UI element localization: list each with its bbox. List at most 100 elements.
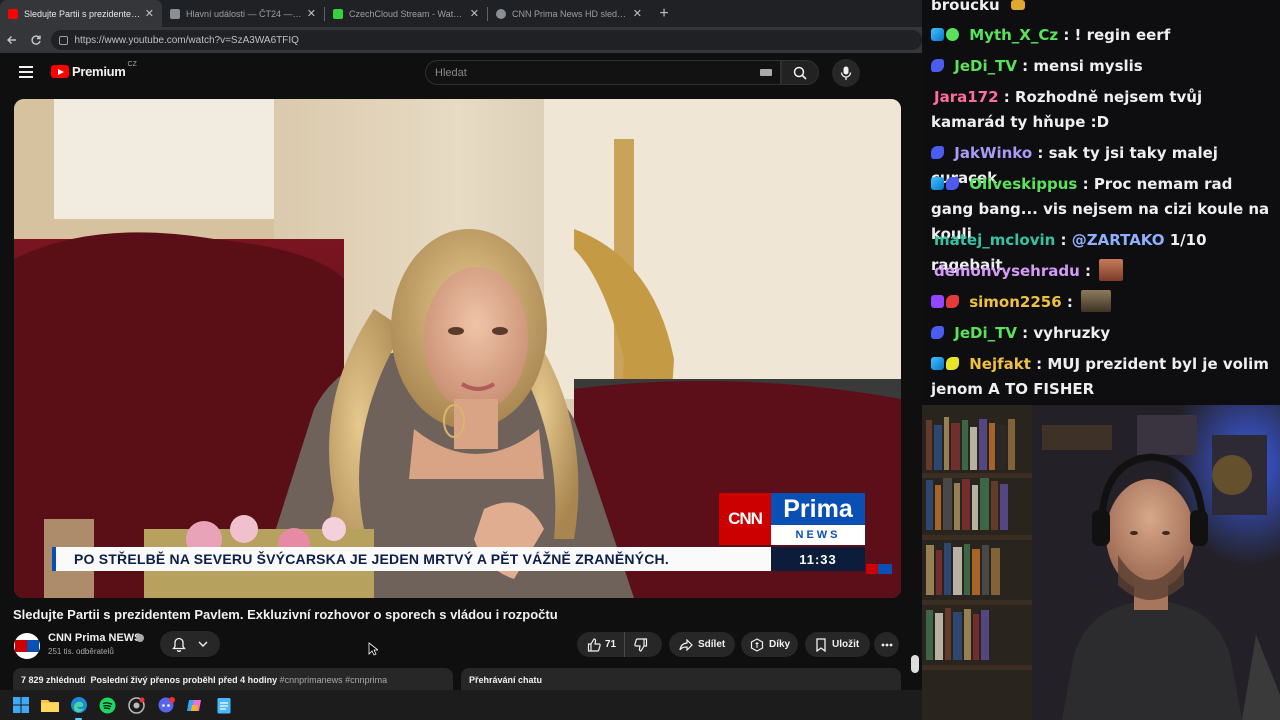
notepad-icon[interactable] <box>214 696 233 715</box>
more-horizontal-icon <box>881 643 892 646</box>
dislike-button[interactable] <box>625 632 648 657</box>
ct24-favicon-icon <box>170 8 180 19</box>
dog-emote-icon <box>1081 290 1112 312</box>
streamer-webcam <box>922 405 1280 720</box>
chat-username[interactable]: demonvysehradu <box>934 262 1080 280</box>
thanks-label: Díky <box>769 639 791 650</box>
chat-message: Myth_X_Cz : ! regin eerf <box>931 23 1274 48</box>
chat-text: vyhruzky <box>1033 324 1111 342</box>
close-tab-icon[interactable]: ✕ <box>307 7 316 20</box>
scrollbar-thumb[interactable] <box>911 655 919 673</box>
menu-icon[interactable] <box>19 66 33 78</box>
search-icon <box>793 66 807 80</box>
moderator-badge-icon <box>931 146 944 159</box>
subscriber-badge-icon <box>931 357 944 370</box>
edge-browser-icon[interactable] <box>69 696 88 720</box>
chat-mention[interactable]: @ZARTAKO <box>1072 231 1165 249</box>
windows-start-icon[interactable] <box>11 696 30 715</box>
tab-title: Sledujte Partii s prezidentem Pavle <box>24 8 141 19</box>
microphone-icon <box>840 66 852 80</box>
tab-czechcloud[interactable]: CzechCloud Stream - Watch Live ✕ <box>325 0 487 27</box>
share-label: Sdílet <box>698 639 726 650</box>
more-actions-button[interactable] <box>874 632 899 657</box>
youtube-premium-logo[interactable]: Premium CZ <box>51 61 137 79</box>
video-title: Sledujte Partii s prezidentem Pavlem. Ex… <box>13 607 558 622</box>
close-tab-icon[interactable]: ✕ <box>633 7 642 20</box>
emote-icon <box>1010 0 1025 10</box>
yellow-badge-icon <box>946 357 959 370</box>
close-tab-icon[interactable]: ✕ <box>470 7 479 20</box>
video-player[interactable]: CNN Prima NEWS PO STŘELBĚ NA SEVERU ŠVÝC… <box>14 99 901 598</box>
news-ticker: PO STŘELBĚ NA SEVERU ŠVÝCARSKA JE JEDEN … <box>52 547 771 571</box>
search-button[interactable] <box>781 60 819 85</box>
thumbs-down-icon <box>634 637 648 652</box>
chat-message: JeDi_TV : vyhruzky <box>931 321 1274 346</box>
subscriber-badge-icon <box>931 177 944 190</box>
back-arrow-icon[interactable] <box>0 28 24 52</box>
logo-country: CZ <box>127 61 137 68</box>
chat-message: Jara172 : Rozhodně nejsem tvůj kamarád t… <box>931 88 1203 131</box>
thanks-button[interactable]: Díky <box>741 632 798 657</box>
channel-name[interactable]: CNN Prima NEWS <box>48 632 142 644</box>
close-tab-icon[interactable]: ✕ <box>145 7 154 20</box>
ticker-clock: 11:33 <box>771 547 865 571</box>
webcam-frame <box>922 405 1280 720</box>
logo-word: Premium <box>72 64 126 79</box>
search-input[interactable]: Hledat <box>425 60 781 85</box>
chat-username[interactable]: matej_mclovin <box>934 231 1055 249</box>
bookmark-icon <box>816 637 826 652</box>
super-thanks-icon <box>750 637 764 652</box>
notifications-button[interactable] <box>160 631 220 657</box>
like-button[interactable]: 71 <box>577 632 626 657</box>
copilot-icon[interactable] <box>185 696 204 715</box>
chat-username[interactable]: JeDi_TV <box>954 324 1017 342</box>
voice-search-button[interactable] <box>832 59 860 87</box>
mouse-cursor-icon <box>368 642 378 656</box>
verified-icon <box>136 634 144 642</box>
spotify-icon[interactable] <box>98 696 117 715</box>
chat-username[interactable]: Myth_X_Cz <box>969 26 1058 44</box>
green-badge-icon <box>946 28 959 41</box>
windows-taskbar <box>0 690 922 720</box>
channel-avatar[interactable] <box>14 633 40 659</box>
chat-username[interactable]: JakWinko <box>954 144 1032 162</box>
chrome-icon[interactable] <box>127 696 146 715</box>
site-info-icon[interactable] <box>59 35 69 45</box>
chat-username[interactable]: JeDi_TV <box>954 57 1017 75</box>
new-tab-button[interactable]: + <box>650 0 678 27</box>
url-input[interactable]: https://www.youtube.com/watch?v=SzA3WA6T… <box>51 30 922 50</box>
share-arrow-icon <box>679 638 693 651</box>
share-button[interactable]: Sdílet <box>669 632 735 657</box>
chat-message: JeDi_TV : mensi myslis <box>931 54 1274 79</box>
tab-title: CNN Prima News HD sledujte onl <box>512 8 629 19</box>
discord-icon[interactable] <box>156 696 175 715</box>
reload-icon[interactable] <box>24 28 48 52</box>
file-explorer-icon[interactable] <box>40 696 59 715</box>
description-box[interactable]: 7 829 zhlédnutí Poslední živý přenos pro… <box>13 668 453 690</box>
youtube-favicon-icon <box>8 8 18 19</box>
chat-username[interactable]: Oliveskippus <box>969 175 1077 193</box>
czechcloud-favicon-icon <box>333 8 343 19</box>
chat-message: simon2256 : <box>931 290 1274 315</box>
tab-cnn-prima[interactable]: CNN Prima News HD sledujte onl ✕ <box>488 0 650 27</box>
corner-channel-logo <box>866 564 892 574</box>
hashtags[interactable]: #cnnprimanews #cnnprima <box>280 675 388 685</box>
chat-username[interactable]: simon2256 <box>969 293 1061 311</box>
view-count: 7 829 zhlédnutí <box>21 675 86 685</box>
cnn-logo: CNN <box>719 493 771 545</box>
chat-text: ! regin eerf <box>1074 26 1171 44</box>
keyboard-icon[interactable] <box>760 69 772 76</box>
save-button[interactable]: Uložit <box>805 632 870 657</box>
twitch-chat: broucku Myth_X_Cz : ! regin eerf JeDi_TV… <box>922 0 1280 405</box>
chat-username[interactable]: Jara172 <box>934 88 999 106</box>
tab-youtube[interactable]: Sledujte Partii s prezidentem Pavle ✕ <box>0 0 162 27</box>
tab-ct24[interactable]: Hlavní události — ČT24 — Česká ✕ <box>162 0 324 27</box>
chat-username[interactable]: Nejfakt <box>969 355 1031 373</box>
save-label: Uložit <box>832 639 860 650</box>
purple-badge-icon <box>931 295 944 308</box>
tab-strip: Sledujte Partii s prezidentem Pavle ✕ Hl… <box>0 0 922 27</box>
youtube-play-icon <box>51 65 69 78</box>
chat-replay-header[interactable]: Přehrávání chatu <box>461 668 901 690</box>
tab-title: Hlavní události — ČT24 — Česká <box>186 8 303 19</box>
scrollbar[interactable] <box>910 99 920 690</box>
